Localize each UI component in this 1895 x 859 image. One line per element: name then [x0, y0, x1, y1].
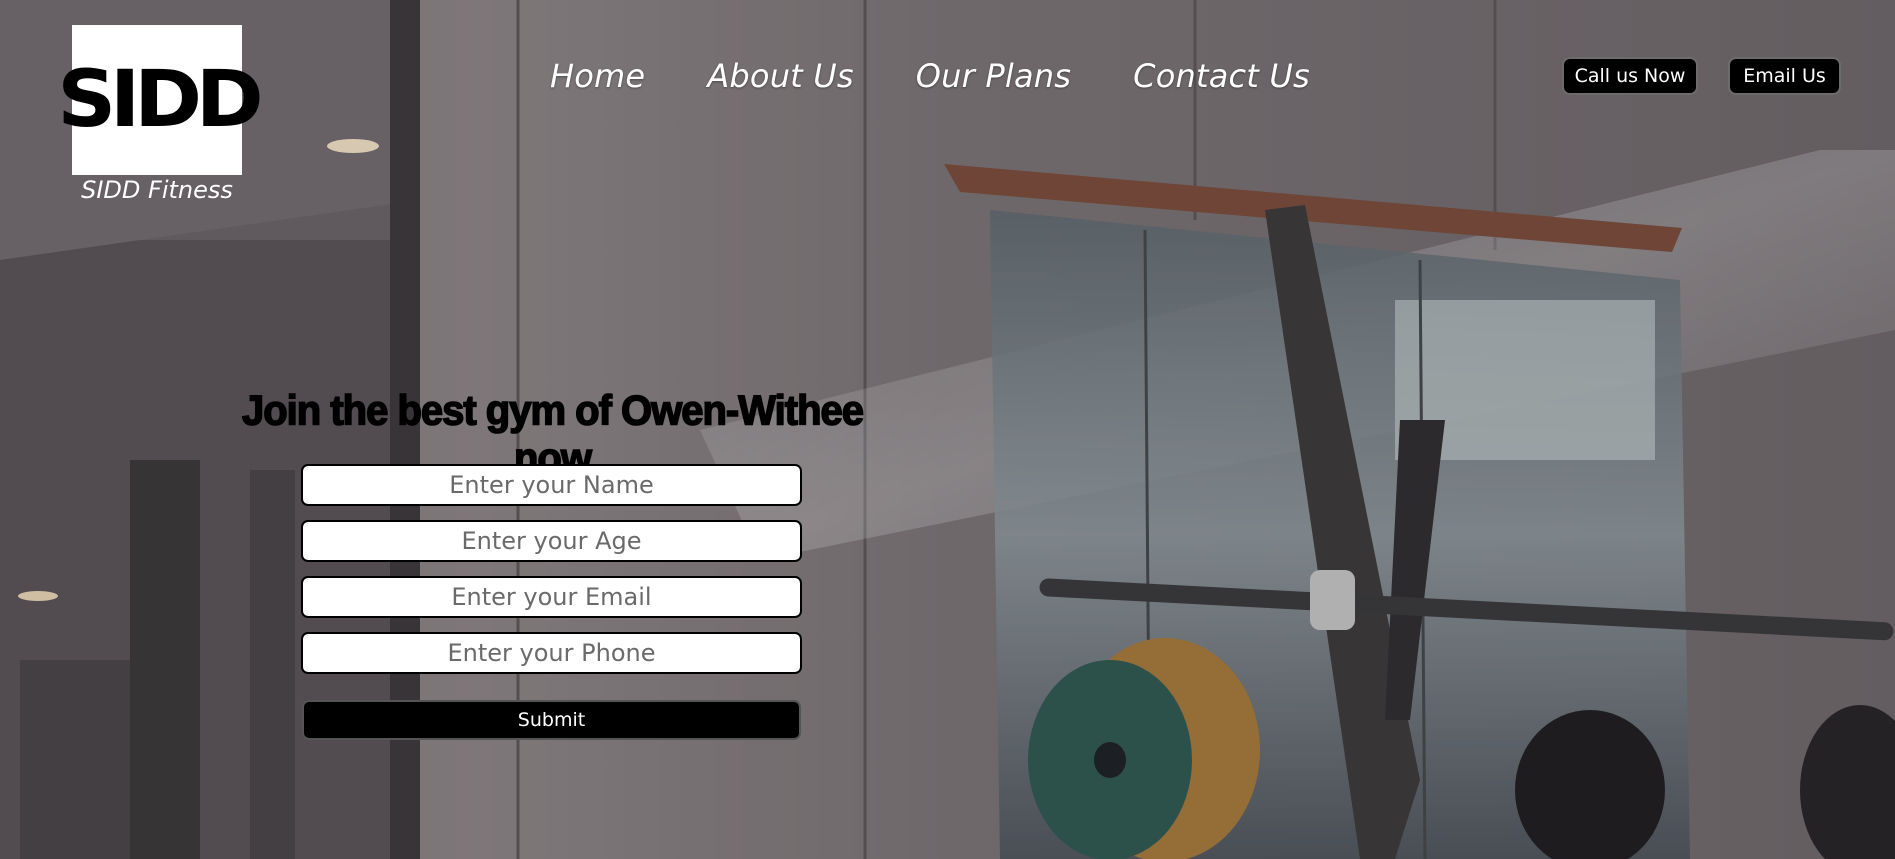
email-input[interactable]: [301, 576, 802, 618]
name-input[interactable]: [301, 464, 802, 506]
nav-our-plans[interactable]: Our Plans: [916, 57, 1071, 95]
phone-input[interactable]: [301, 632, 802, 674]
call-us-now-button[interactable]: Call us Now: [1562, 57, 1698, 95]
email-us-button[interactable]: Email Us: [1728, 57, 1841, 95]
nav-about-us[interactable]: About Us: [707, 57, 853, 95]
submit-button[interactable]: Submit: [302, 700, 801, 740]
main-nav: Home About Us Our Plans Contact Us: [550, 57, 1310, 95]
logo-text: SIDD: [56, 55, 264, 145]
age-input[interactable]: [301, 520, 802, 562]
logo[interactable]: SIDD: [57, 25, 263, 175]
brand-name: SIDD Fitness: [81, 176, 233, 204]
nav-contact-us[interactable]: Contact Us: [1133, 57, 1310, 95]
nav-home[interactable]: Home: [550, 57, 645, 95]
